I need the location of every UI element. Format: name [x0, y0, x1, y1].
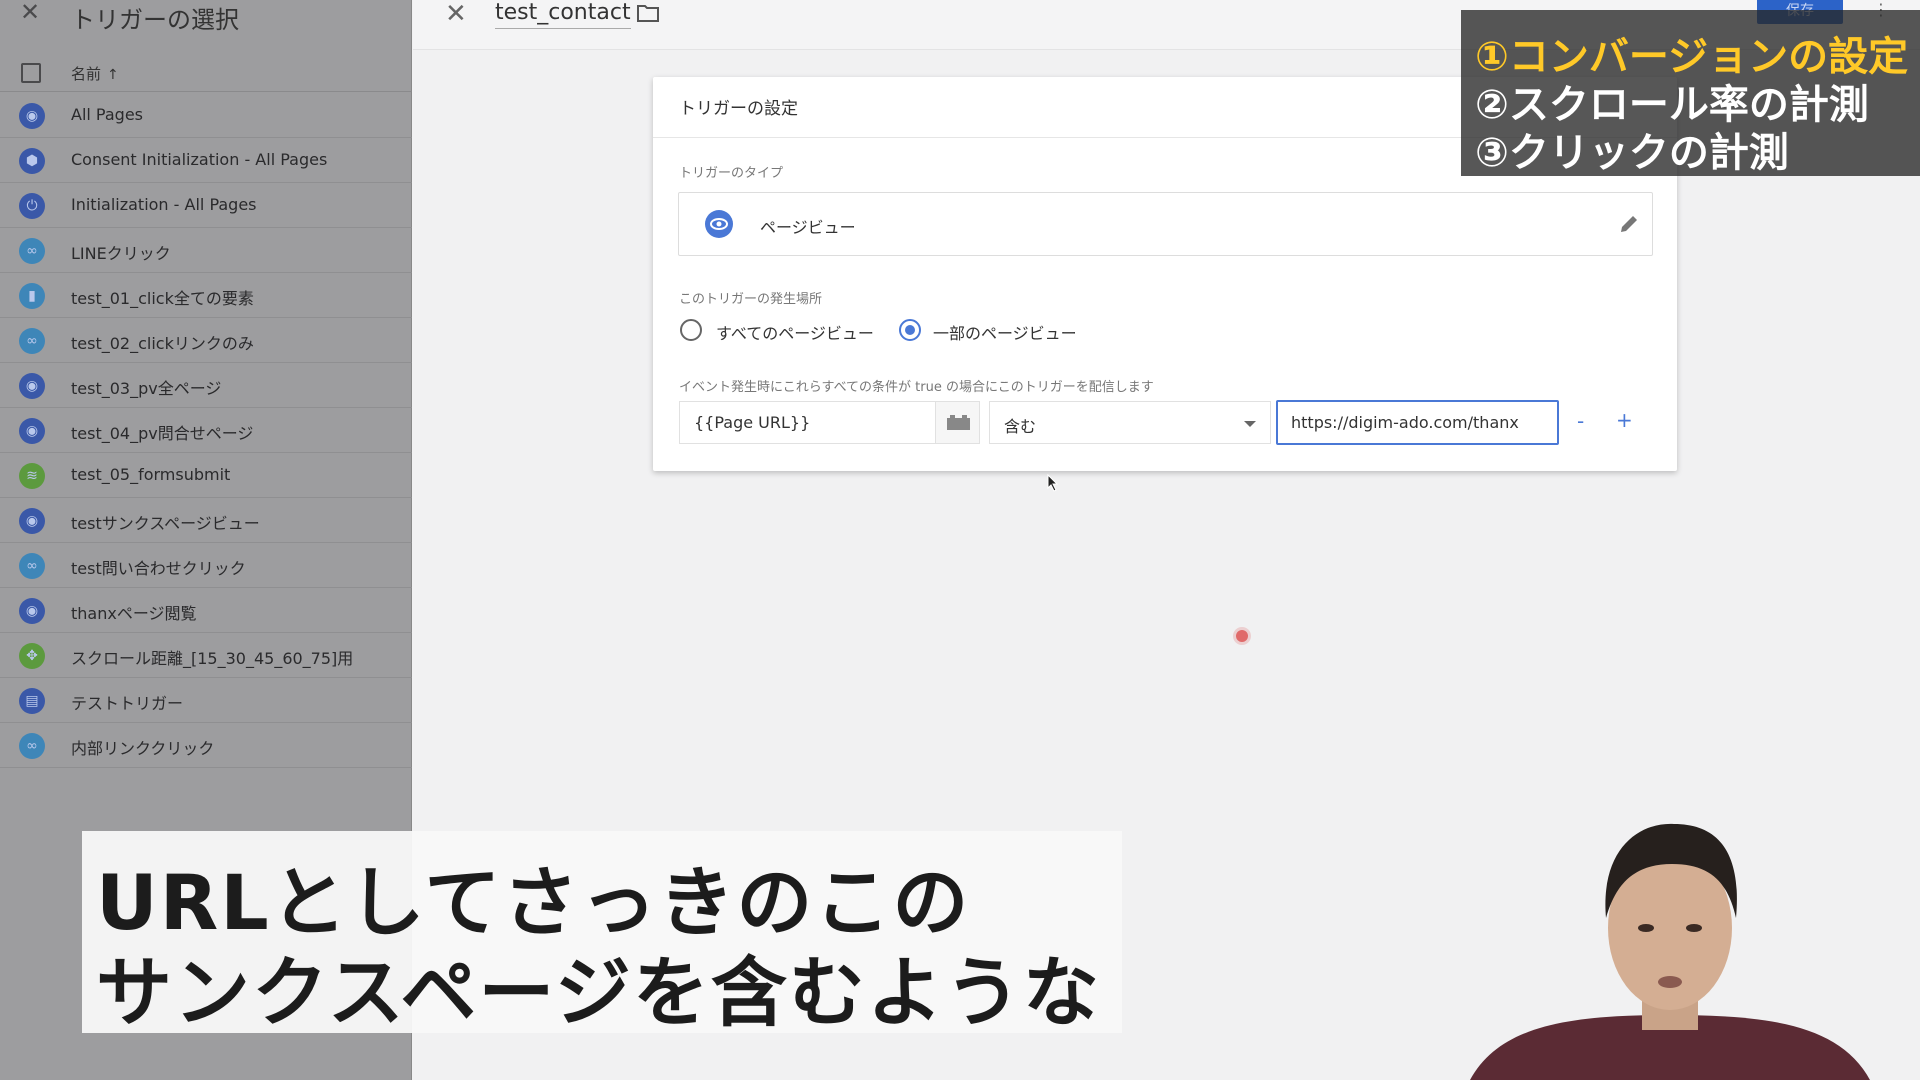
- trigger-list-item[interactable]: ◉ thanxページ閲覧: [0, 588, 412, 633]
- trigger-name: テストトリガー: [71, 694, 184, 713]
- document-icon: ▤: [19, 688, 45, 714]
- trigger-name: LINEクリック: [71, 244, 171, 263]
- trigger-list-item[interactable]: ≋ test_05_formsubmit: [0, 453, 412, 498]
- eye-icon: ◉: [19, 103, 45, 129]
- trigger-list-item[interactable]: ⬢ Consent Initialization - All Pages: [0, 138, 412, 183]
- chevron-down-icon: [1244, 421, 1256, 427]
- trigger-type-value: ページビュー: [760, 218, 856, 237]
- folder-icon[interactable]: [637, 4, 659, 22]
- close-icon[interactable]: ✕: [20, 0, 42, 24]
- link-icon: ∞: [19, 238, 45, 264]
- radio-all-pageviews-label[interactable]: すべてのページビュー: [716, 320, 874, 344]
- eye-icon: ◉: [19, 508, 45, 534]
- eye-icon: ◉: [19, 373, 45, 399]
- remove-condition-button[interactable]: -: [1577, 409, 1584, 433]
- operator-value: 含む: [1004, 417, 1037, 436]
- trigger-list-item[interactable]: ✥ スクロール距離_[15_30_45_60_75]用: [0, 633, 412, 678]
- list-header: 名前 ↑: [0, 50, 412, 92]
- panel-title: トリガーの選択: [71, 6, 239, 34]
- click-indicator-dot: [1236, 630, 1248, 642]
- name-column-label: 名前: [71, 65, 102, 83]
- trigger-type-selector[interactable]: ページビュー: [678, 192, 1653, 256]
- trigger-name: スクロール距離_[15_30_45_60_75]用: [71, 649, 354, 668]
- agenda-item: ③クリックの計測: [1475, 130, 1789, 176]
- trigger-list-item[interactable]: ◉ test_03_pv全ページ: [0, 363, 412, 408]
- trigger-name: Consent Initialization - All Pages: [71, 150, 328, 169]
- trigger-fires-on-label: このトリガーの発生場所: [679, 292, 823, 307]
- condition-value-input[interactable]: https://digim-ado.com/thanx: [1276, 400, 1559, 445]
- link-icon: ∞: [19, 733, 45, 759]
- trigger-list-item[interactable]: ◉ test_04_pv問合せページ: [0, 408, 412, 453]
- variable-select[interactable]: {{Page URL}}: [679, 401, 935, 444]
- trigger-list: ◉ All Pages ⬢ Consent Initialization - All …: [0, 93, 412, 768]
- close-icon[interactable]: ✕: [445, 0, 467, 28]
- mouse-icon: ▮: [19, 283, 45, 309]
- trigger-list-item[interactable]: ∞ LINEクリック: [0, 228, 412, 273]
- trigger-name: Initialization - All Pages: [71, 195, 257, 214]
- trigger-list-item[interactable]: ▤ テストトリガー: [0, 678, 412, 723]
- radio-all-pageviews[interactable]: [680, 319, 702, 341]
- brick-icon: [947, 415, 970, 430]
- presenter-webcam: [1460, 800, 1880, 1080]
- select-all-checkbox[interactable]: [21, 63, 41, 83]
- trigger-name: 内部リンククリック: [71, 739, 215, 758]
- name-column-header[interactable]: 名前 ↑: [71, 63, 119, 84]
- panel-header: ✕ トリガーの選択: [0, 0, 412, 40]
- pencil-icon[interactable]: [1617, 212, 1641, 236]
- card-title: トリガーの設定: [679, 99, 798, 119]
- power-icon: ⏻: [19, 193, 45, 219]
- trigger-list-item[interactable]: ∞ 内部リンククリック: [0, 723, 412, 768]
- trigger-list-item[interactable]: ∞ test問い合わせクリック: [0, 543, 412, 588]
- video-subtitle: URLとしてさっきのこの サンクスページを含むような: [82, 831, 1122, 1037]
- agenda-overlay: ①コンバージョンの設定 ②スクロール率の計測 ③クリックの計測: [1461, 10, 1920, 176]
- subtitle-line: サンクスページを含むような: [96, 948, 1101, 1037]
- variable-picker-button[interactable]: [935, 401, 980, 444]
- link-icon: ∞: [19, 553, 45, 579]
- eye-icon: ◉: [19, 598, 45, 624]
- form-icon: ≋: [19, 463, 45, 489]
- trigger-name: test_02_clickリンクのみ: [71, 334, 254, 353]
- trigger-list-item[interactable]: ◉ testサンクスページビュー: [0, 498, 412, 543]
- add-condition-button[interactable]: +: [1616, 408, 1633, 432]
- link-icon: ∞: [19, 328, 45, 354]
- trigger-name: test_01_click全ての要素: [71, 289, 254, 308]
- trigger-name: test問い合わせクリック: [71, 559, 246, 578]
- radio-some-pageviews-label[interactable]: 一部のページビュー: [933, 320, 1077, 344]
- eye-icon: [705, 210, 733, 238]
- radio-selected-dot: [905, 325, 915, 335]
- operator-select[interactable]: 含む: [989, 401, 1271, 444]
- trigger-list-item[interactable]: ▮ test_01_click全ての要素: [0, 273, 412, 318]
- trigger-name: testサンクスページビュー: [71, 514, 260, 533]
- scroll-icon: ✥: [19, 643, 45, 669]
- eye-icon: ◉: [19, 418, 45, 444]
- shield-icon: ⬢: [19, 148, 45, 174]
- trigger-name: test_05_formsubmit: [71, 465, 231, 484]
- trigger-name: thanxページ閲覧: [71, 604, 197, 623]
- mouse-cursor-icon: [1047, 474, 1059, 492]
- trigger-name: All Pages: [71, 105, 143, 124]
- trigger-name: test_04_pv問合せページ: [71, 424, 254, 443]
- trigger-type-label: トリガーのタイプ: [679, 166, 784, 181]
- trigger-name: test_03_pv全ページ: [71, 379, 222, 398]
- sort-ascending-icon: ↑: [107, 67, 119, 83]
- trigger-name-field[interactable]: test_contact: [495, 0, 631, 29]
- trigger-list-item[interactable]: ⏻ Initialization - All Pages: [0, 183, 412, 228]
- radio-some-pageviews[interactable]: [899, 319, 921, 341]
- trigger-list-item[interactable]: ◉ All Pages: [0, 93, 412, 138]
- trigger-list-item[interactable]: ∞ test_02_clickリンクのみ: [0, 318, 412, 363]
- condition-description: イベント発生時にこれらすべての条件が true の場合にこのトリガーを配信します: [679, 380, 1154, 395]
